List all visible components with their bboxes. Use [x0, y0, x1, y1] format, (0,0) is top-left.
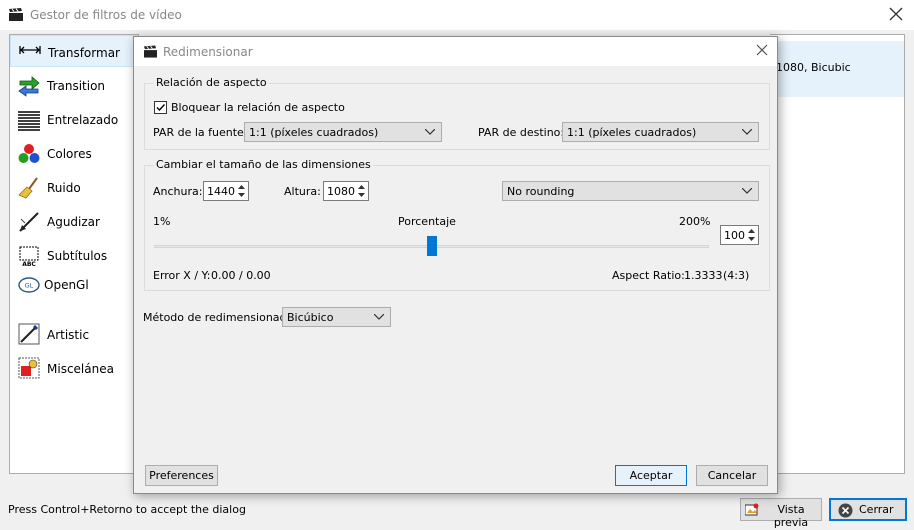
- filter-label: Colores: [47, 147, 92, 161]
- height-spinbox[interactable]: 1080: [323, 181, 369, 201]
- opengl-icon: GL: [18, 277, 40, 293]
- source-par-value: 1:1 (píxeles cuadrados): [249, 126, 379, 139]
- error-xy-value: 0.00 / 0.00: [211, 269, 271, 282]
- filter-item-entrelazado[interactable]: Entrelazado: [10, 103, 138, 135]
- accept-button[interactable]: Aceptar: [615, 465, 687, 486]
- chevron-down-icon: [374, 314, 384, 320]
- close-button-label: Cerrar: [859, 503, 894, 516]
- percentage-spinbox[interactable]: 100: [720, 225, 759, 245]
- close-button[interactable]: Cerrar: [829, 498, 907, 521]
- svg-text:ABC: ABC: [22, 261, 36, 267]
- spin-arrows-icon[interactable]: [356, 183, 367, 199]
- filter-label: OpenGl: [44, 278, 89, 292]
- transform-arrows-icon: [19, 46, 41, 54]
- filter-item-agudizar[interactable]: Agudizar: [10, 205, 138, 237]
- resize-method-value: Bicúbico: [287, 311, 334, 324]
- clapperboard-icon: [9, 8, 23, 21]
- resize-method-select[interactable]: Bicúbico: [282, 307, 391, 327]
- preferences-button-label: Preferences: [149, 469, 214, 482]
- height-value: 1080: [327, 185, 355, 198]
- chevron-down-icon: [425, 129, 435, 135]
- sharpen-icon: [19, 212, 39, 232]
- close-icon[interactable]: [888, 6, 904, 22]
- width-value: 1440: [207, 185, 235, 198]
- chevron-down-icon: [742, 129, 752, 135]
- dialog-titlebar: Redimensionar: [134, 37, 777, 66]
- transition-arrows-icon: [18, 76, 40, 97]
- filter-label: Artistic: [47, 328, 90, 342]
- height-label: Altura:: [284, 185, 321, 198]
- aspect-ratio-group-title: Relación de aspecto: [154, 76, 269, 89]
- width-label: Anchura:: [153, 185, 203, 198]
- percentage-value: 100: [724, 229, 745, 242]
- filter-label: Subtítulos: [47, 249, 108, 263]
- filter-item-colores[interactable]: Colores: [10, 137, 138, 169]
- rounding-select[interactable]: No rounding: [502, 181, 759, 201]
- color-balls-icon: [18, 144, 40, 163]
- source-par-select[interactable]: 1:1 (píxeles cuadrados): [244, 122, 442, 142]
- dest-par-value: 1:1 (píxeles cuadrados): [567, 126, 697, 139]
- aspect-ratio-label: Aspect Ratio:: [612, 269, 685, 282]
- preview-button[interactable]: Vista previa: [740, 498, 822, 529]
- artistic-brush-icon: [18, 323, 40, 345]
- aspect-ratio-fraction: (4:3): [723, 269, 750, 282]
- chevron-down-icon: [742, 188, 752, 194]
- close-icon[interactable]: [755, 43, 769, 57]
- filter-label: Transformar: [48, 46, 120, 60]
- error-xy-label: Error X / Y:: [153, 269, 211, 282]
- filter-label: Miscelánea: [47, 362, 114, 376]
- preview-button-label: Vista previa: [773, 503, 809, 529]
- slider-min-label: 1%: [153, 215, 171, 228]
- preview-film-icon: [745, 503, 759, 516]
- resize-dialog: Redimensionar Relación de aspecto Bloque…: [133, 36, 778, 494]
- status-text: Press Control+Retorno to accept the dial…: [8, 503, 246, 516]
- spin-arrows-icon[interactable]: [236, 183, 247, 199]
- svg-text:GL: GL: [25, 282, 34, 290]
- rounding-value: No rounding: [507, 185, 575, 198]
- percentage-label: Porcentaje: [398, 215, 456, 228]
- preferences-button[interactable]: Preferences: [145, 465, 218, 486]
- filter-label: Transition: [47, 79, 106, 93]
- active-filters-list: 1080, Bicubic: [770, 34, 905, 474]
- cancel-button-label: Cancelar: [707, 469, 757, 482]
- active-filter-summary: 1080, Bicubic: [776, 61, 851, 74]
- filter-item-miscelanea[interactable]: Miscelánea: [10, 357, 138, 393]
- checkmark-icon: [156, 104, 166, 112]
- resize-method-label: Método de redimensionado:: [143, 311, 297, 324]
- broom-icon: [18, 177, 38, 199]
- interlace-lines-icon: [18, 111, 40, 131]
- main-window-title: Gestor de filtros de vídeo: [30, 8, 182, 22]
- filter-category-list: Transformar Transition Entrelazado Color…: [9, 34, 139, 474]
- dialog-title: Redimensionar: [163, 45, 253, 59]
- filter-label: Agudizar: [47, 215, 100, 229]
- lock-aspect-label: Bloquear la relación de aspecto: [171, 101, 345, 114]
- subtitles-icon: ABC: [19, 246, 39, 267]
- slider-max-label: 200%: [679, 215, 711, 228]
- cancel-button[interactable]: Cancelar: [696, 465, 768, 486]
- dest-par-label: PAR de destino:: [478, 126, 565, 139]
- accept-button-label: Aceptar: [629, 469, 673, 482]
- source-par-label: PAR de la fuente:: [153, 126, 248, 139]
- filter-item-transformar[interactable]: Transformar: [10, 35, 138, 67]
- filter-item-artistic[interactable]: Artistic: [10, 323, 138, 359]
- filter-item-transition[interactable]: Transition: [10, 69, 138, 101]
- main-window-titlebar: Gestor de filtros de vídeo: [0, 0, 914, 30]
- percentage-slider-thumb[interactable]: [427, 236, 437, 256]
- width-spinbox[interactable]: 1440: [203, 181, 249, 201]
- clapperboard-icon: [144, 45, 157, 58]
- filter-label: Ruido: [47, 181, 81, 195]
- close-circle-icon: [838, 503, 853, 518]
- active-filter-row[interactable]: 1080, Bicubic: [770, 41, 904, 97]
- aspect-ratio-value: 1.3333: [684, 269, 723, 282]
- spin-arrows-icon[interactable]: [746, 227, 757, 243]
- filter-item-ruido[interactable]: Ruido: [10, 171, 138, 203]
- filter-label: Entrelazado: [47, 113, 119, 127]
- resize-dimensions-group-title: Cambiar el tamaño de las dimensiones: [154, 158, 373, 171]
- misc-shapes-icon: [18, 357, 40, 379]
- lock-aspect-checkbox[interactable]: [154, 101, 167, 114]
- dest-par-select[interactable]: 1:1 (píxeles cuadrados): [562, 122, 759, 142]
- filter-item-subtitulos[interactable]: ABC Subtítulos: [10, 239, 138, 271]
